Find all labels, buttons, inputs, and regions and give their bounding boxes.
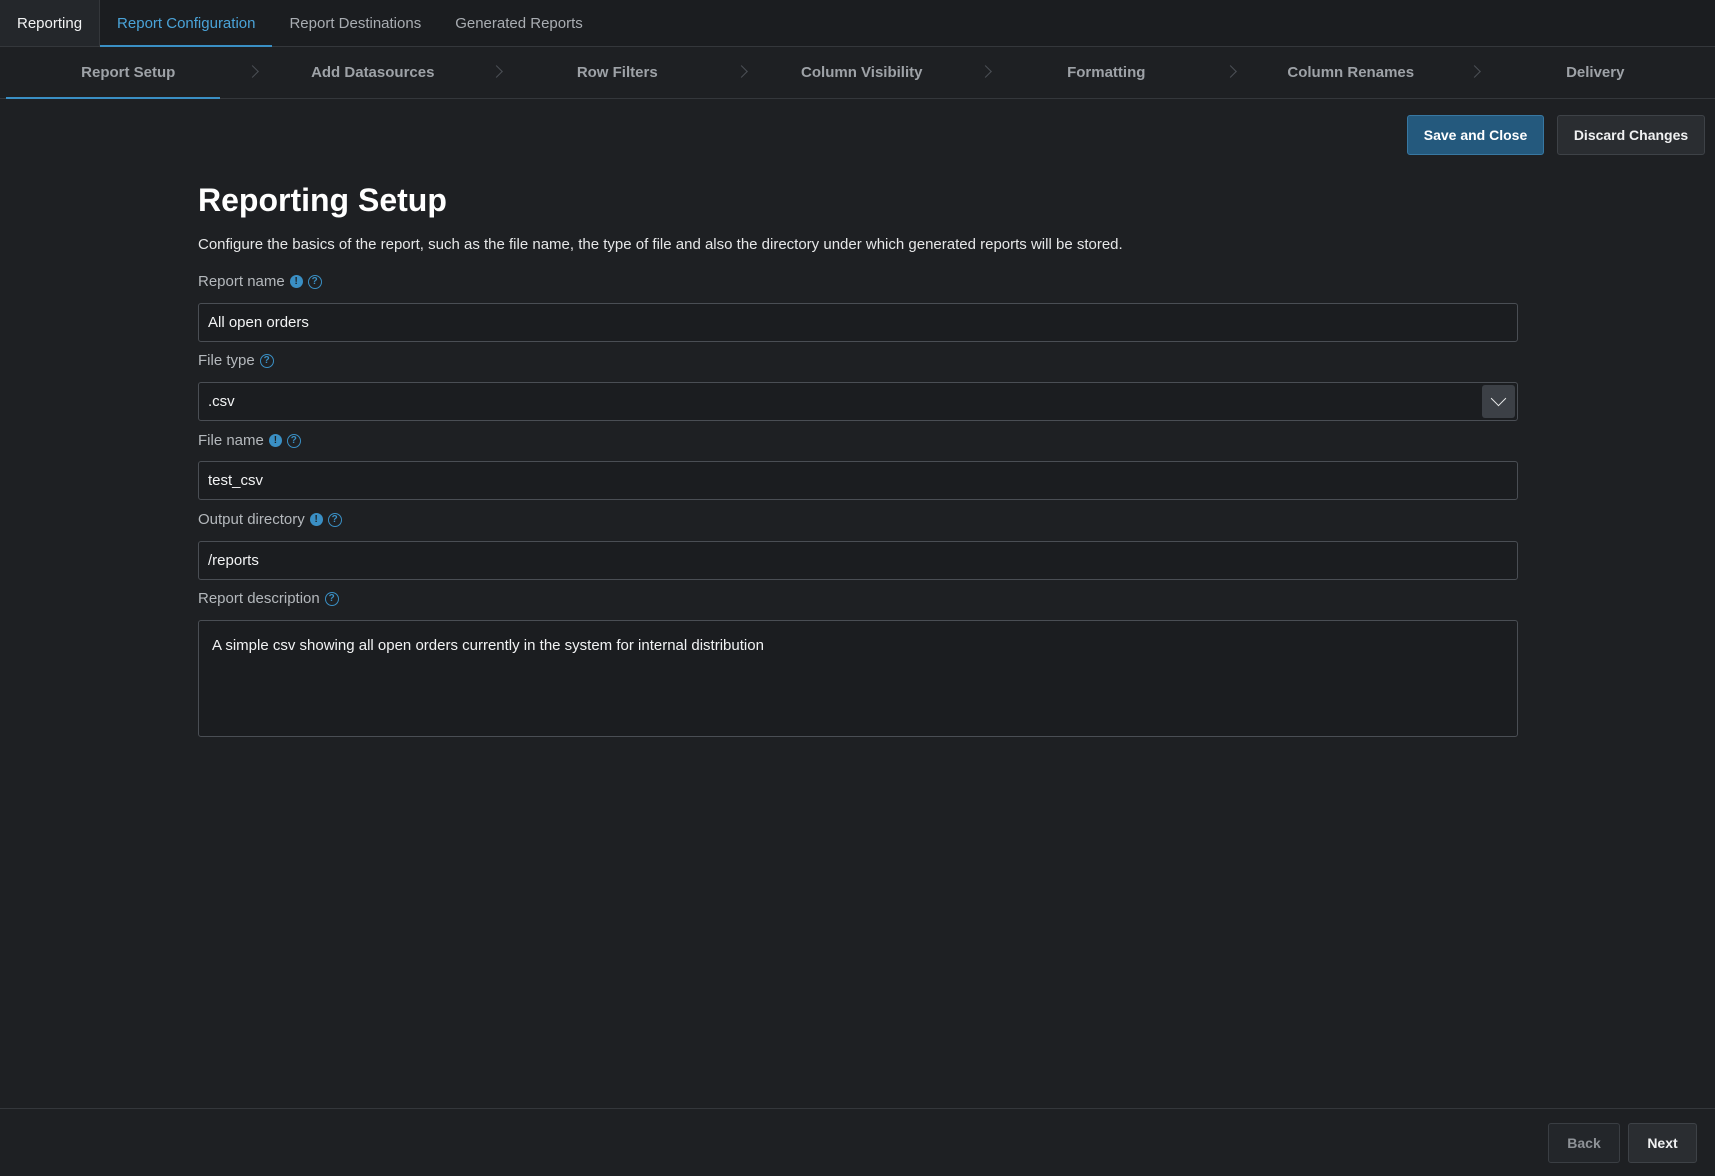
report-name-label: Report name ! ? [198, 273, 322, 290]
file-type-label: File type ? [198, 352, 274, 369]
file-type-value: .csv [208, 393, 235, 410]
tab-reporting[interactable]: Reporting [0, 0, 101, 46]
help-icon[interactable]: ? [324, 591, 339, 606]
step-label: Column Renames [1287, 64, 1415, 81]
step-report-setup[interactable]: Report Setup [6, 47, 259, 99]
step-column-renames[interactable]: Column Renames [1229, 47, 1481, 98]
help-icon[interactable]: ? [286, 433, 301, 448]
page-description: Configure the basics of the report, such… [198, 236, 1123, 253]
label-text: File type [198, 352, 255, 369]
save-and-close-button[interactable]: Save and Close [1407, 115, 1544, 155]
wizard-stepper: Report Setup Add Datasources Row Filters… [0, 47, 1715, 99]
step-formatting[interactable]: Formatting [984, 47, 1237, 98]
step-label: Row Filters [576, 64, 658, 81]
info-icon[interactable]: ! [309, 513, 323, 526]
output-directory-input[interactable]: /reports [198, 541, 1518, 580]
tab-report-configuration[interactable]: Report Configuration [100, 0, 273, 47]
step-label: Add Datasources [311, 64, 435, 81]
back-button[interactable]: Back [1548, 1123, 1620, 1163]
label-text: Output directory [198, 511, 305, 528]
report-description-textarea[interactable]: A simple csv showing all open orders cur… [198, 620, 1518, 737]
step-label: Formatting [1067, 64, 1146, 81]
step-label: Column Visibility [801, 64, 923, 81]
help-icon[interactable]: ? [327, 512, 342, 527]
info-icon[interactable]: ! [268, 434, 282, 447]
step-row-filters[interactable]: Row Filters [495, 47, 748, 98]
step-label: Report Setup [81, 64, 176, 81]
step-column-visibility[interactable]: Column Visibility [740, 47, 992, 98]
file-name-input[interactable]: test_csv [198, 461, 1518, 500]
tab-generated-reports[interactable]: Generated Reports [438, 0, 600, 46]
discard-changes-button[interactable]: Discard Changes [1557, 115, 1705, 155]
info-icon[interactable]: ! [289, 275, 303, 288]
chevron-down-icon [1490, 390, 1507, 407]
step-add-datasources[interactable]: Add Datasources [251, 47, 503, 98]
tab-report-destinations[interactable]: Report Destinations [272, 0, 438, 46]
label-text: Report name [198, 273, 285, 290]
top-tab-bar: Reporting Report Configuration Report De… [0, 0, 1715, 47]
file-type-select[interactable]: .csv [198, 382, 1518, 421]
file-name-label: File name ! ? [198, 432, 301, 449]
report-description-label: Report description ? [198, 590, 339, 607]
dropdown-toggle-button[interactable] [1482, 385, 1515, 418]
help-icon[interactable]: ? [259, 353, 274, 368]
wizard-footer [0, 1108, 1715, 1176]
page-title: Reporting Setup [198, 182, 447, 218]
label-text: File name [198, 432, 264, 449]
help-icon[interactable]: ? [307, 274, 322, 289]
next-button[interactable]: Next [1628, 1123, 1697, 1163]
step-delivery[interactable]: Delivery [1473, 47, 1715, 98]
step-label: Delivery [1566, 64, 1625, 81]
output-directory-label: Output directory ! ? [198, 511, 342, 528]
label-text: Report description [198, 590, 320, 607]
report-name-input[interactable]: All open orders [198, 303, 1518, 342]
